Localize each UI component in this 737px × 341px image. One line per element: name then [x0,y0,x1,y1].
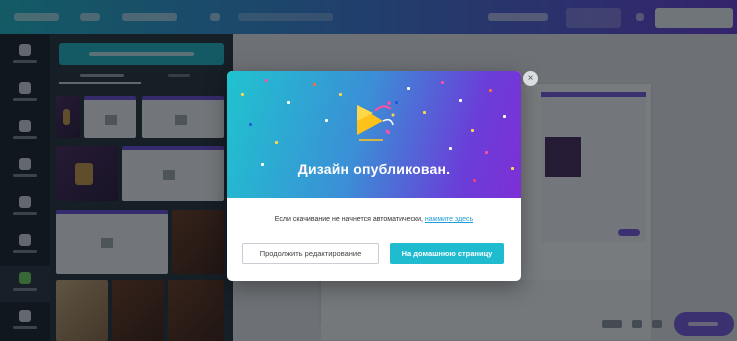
confetti [287,101,290,104]
click-here-link[interactable]: нажмите здесь [425,216,473,223]
confetti [265,79,268,82]
confetti [449,147,452,150]
confetti [489,89,492,92]
confetti [503,115,506,118]
publish-success-dialog: Дизайн опубликован. Если скачивание не н… [227,71,521,281]
confetti [407,87,410,90]
confetti [459,99,462,102]
confetti [339,93,342,96]
party-popper-icon [357,101,395,141]
confetti [485,151,488,154]
confetti [249,123,252,126]
dialog-title: Дизайн опубликован. [297,161,451,177]
confetti [313,83,316,86]
confetti [240,92,245,97]
download-message: Если скачивание не начнется автоматическ… [227,216,521,223]
download-message-text: Если скачивание не начнется автоматическ… [274,216,423,223]
confetti [423,111,426,114]
confetti [473,179,476,182]
close-icon[interactable]: × [523,71,538,86]
confetti [441,81,444,84]
go-home-button[interactable]: На домашнюю страницу [390,243,504,264]
confetti [325,119,328,122]
confetti [471,129,474,132]
confetti [275,141,278,144]
continue-editing-button[interactable]: Продолжить редактирование [242,243,379,264]
dialog-hero: Дизайн опубликован. [227,71,521,198]
